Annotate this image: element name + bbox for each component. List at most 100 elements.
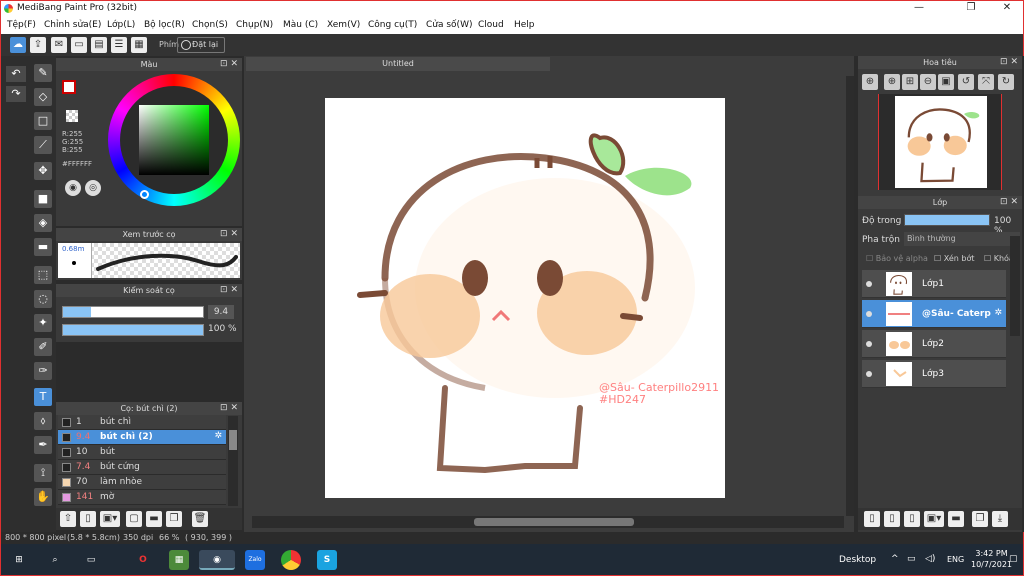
clip-checkbox[interactable]: ☐ Xén bớt: [934, 254, 974, 263]
document-icon[interactable]: ▤: [91, 37, 107, 53]
rotate-left-icon[interactable]: ↺: [958, 74, 974, 90]
task-view-icon[interactable]: ▭: [81, 550, 101, 570]
tray-chevron-icon[interactable]: ^: [891, 554, 899, 564]
language-indicator[interactable]: ENG: [947, 555, 964, 564]
visibility-eye-icon[interactable]: [866, 311, 872, 317]
zoom-in-icon[interactable]: ⊕: [862, 74, 878, 90]
opera-icon[interactable]: O: [133, 550, 153, 570]
reset-view-icon[interactable]: ⤧: [978, 74, 994, 90]
zoom-out-icon[interactable]: ⊖: [920, 74, 936, 90]
brush-list-scrollbar[interactable]: [228, 416, 238, 506]
desktop-toolbar-label[interactable]: Desktop: [839, 555, 876, 565]
layer-opacity-slider[interactable]: [904, 214, 990, 226]
close-button[interactable]: ✕: [993, 2, 1021, 15]
actual-size-icon[interactable]: ▣: [938, 74, 954, 90]
layer-settings-icon[interactable]: ✲: [994, 308, 1002, 318]
delete-brush-icon[interactable]: 🗑: [192, 511, 208, 527]
visibility-eye-icon[interactable]: [866, 281, 872, 287]
menu-file[interactable]: Tệp(F): [7, 20, 36, 30]
hue-wheel[interactable]: [108, 74, 240, 206]
palette-add-icon[interactable]: ◎: [85, 180, 101, 196]
menu-tools[interactable]: Công cụ(T): [368, 20, 417, 30]
foreground-color-swatch[interactable]: [62, 80, 76, 94]
menu-view[interactable]: Xem(V): [327, 20, 360, 30]
fit-icon[interactable]: ⊞: [902, 74, 918, 90]
list-icon[interactable]: ☰: [111, 37, 127, 53]
hand-tool-icon[interactable]: ✋: [34, 488, 52, 506]
operation-tool-icon[interactable]: ⬨: [34, 412, 52, 430]
eyedropper-tool-icon[interactable]: ⟟: [34, 464, 52, 482]
menu-window[interactable]: Cửa số(W): [426, 20, 472, 30]
layer-add-menu-icon[interactable]: ▣▾: [924, 511, 944, 527]
drawing-canvas[interactable]: @Sâu- Caterpillo2911 #HD247: [325, 98, 725, 498]
layer-item[interactable]: Lớp3: [862, 360, 1006, 388]
grid-icon[interactable]: ▦: [131, 37, 147, 53]
visibility-eye-icon[interactable]: [866, 371, 872, 377]
saturation-square[interactable]: [139, 105, 209, 175]
menu-filter[interactable]: Bộ lọc(R): [144, 20, 185, 30]
transparent-color-icon[interactable]: [66, 110, 78, 122]
brush-list-item[interactable]: 1 bút chì: [58, 415, 226, 430]
protect-alpha-checkbox[interactable]: ☐ Bảo vệ alpha: [866, 254, 928, 263]
gradient-tool-icon[interactable]: ▬: [34, 238, 52, 256]
blend-mode-select[interactable]: Bình thường▾: [904, 232, 1020, 246]
menu-color[interactable]: Màu (C): [283, 20, 318, 30]
navigator-preview[interactable]: [878, 94, 1002, 190]
scrollbar-thumb[interactable]: [474, 518, 634, 526]
chrome-icon[interactable]: [281, 550, 301, 570]
brush-size-value[interactable]: 9.4: [208, 305, 234, 319]
move-tool-icon[interactable]: ✥: [34, 162, 52, 180]
text-tool-icon[interactable]: T: [34, 388, 52, 406]
new-8bit-layer-icon[interactable]: ▯: [904, 511, 920, 527]
bucket-tool-icon[interactable]: ◈: [34, 214, 52, 232]
menu-edit[interactable]: Chỉnh sửa(E): [44, 20, 101, 30]
brush-add-menu-icon[interactable]: ▣▾: [100, 511, 120, 527]
comment-icon[interactable]: ✉: [51, 37, 67, 53]
panel-close-icon[interactable]: ⊡ ✕: [220, 58, 238, 71]
volume-icon[interactable]: ◁): [925, 554, 935, 564]
duplicate-layer-icon[interactable]: ❐: [972, 511, 988, 527]
clock[interactable]: 3:42 PM 10/7/2021: [971, 548, 1012, 570]
notification-icon[interactable]: ▢: [1009, 554, 1018, 564]
select-rect-tool-icon[interactable]: ⬚: [34, 266, 52, 284]
panel-close-icon[interactable]: ⊡ ✕: [220, 402, 238, 415]
layer-item[interactable]: Lớp2: [862, 330, 1006, 358]
magic-wand-tool-icon[interactable]: ✦: [34, 314, 52, 332]
cloud-icon[interactable]: ☁: [10, 37, 26, 53]
menu-capture[interactable]: Chụp(N): [236, 20, 273, 30]
share-icon[interactable]: ⇪: [30, 37, 46, 53]
hue-handle[interactable]: [140, 190, 149, 199]
menu-layer[interactable]: Lớp(L): [107, 20, 135, 30]
windows-start-icon[interactable]: ⊞: [9, 550, 29, 570]
brush-list-item[interactable]: 7.4 bút cứng: [58, 460, 226, 475]
dot-tool-icon[interactable]: □: [34, 112, 52, 130]
search-icon[interactable]: ⌕: [45, 550, 65, 570]
new-layer-icon[interactable]: ▯: [864, 511, 880, 527]
cloud-brush-icon[interactable]: ⇧: [60, 511, 76, 527]
duplicate-brush-icon[interactable]: ❐: [166, 511, 182, 527]
line-tool-icon[interactable]: ⟋: [34, 136, 52, 154]
visibility-eye-icon[interactable]: [866, 341, 872, 347]
merge-layer-icon[interactable]: ⤓: [992, 511, 1008, 527]
undo-button[interactable]: ↶: [6, 66, 26, 82]
select-eraser-tool-icon[interactable]: ✑: [34, 362, 52, 380]
menu-help[interactable]: Help: [514, 20, 535, 30]
layer-folder-icon[interactable]: ▬: [948, 511, 964, 527]
select-pen-tool-icon[interactable]: ✐: [34, 338, 52, 356]
medibang-taskbar-icon[interactable]: ◉: [199, 550, 235, 570]
brush-settings-icon[interactable]: ✲: [214, 431, 222, 441]
document-tab[interactable]: Untitled: [246, 57, 550, 71]
panel-close-icon[interactable]: ⊡ ✕: [220, 228, 238, 241]
horizontal-scrollbar[interactable]: [252, 516, 844, 528]
zoom-in-2-icon[interactable]: ⊕: [884, 74, 900, 90]
layer-scrollbar[interactable]: [1010, 236, 1020, 336]
layer-item[interactable]: Lớp1: [862, 270, 1006, 298]
layer-item[interactable]: @Sâu- Caterp ✲: [862, 300, 1006, 328]
divide-tool-icon[interactable]: ✒: [34, 436, 52, 454]
brush-list-item[interactable]: 70 làm nhòe: [58, 475, 226, 490]
minimize-button[interactable]: —: [905, 2, 933, 15]
brush-size-slider[interactable]: [62, 306, 204, 318]
brush-opacity-slider[interactable]: [62, 324, 204, 336]
new-halftone-layer-icon[interactable]: ▯: [884, 511, 900, 527]
palette-icon[interactable]: ◉: [65, 180, 81, 196]
